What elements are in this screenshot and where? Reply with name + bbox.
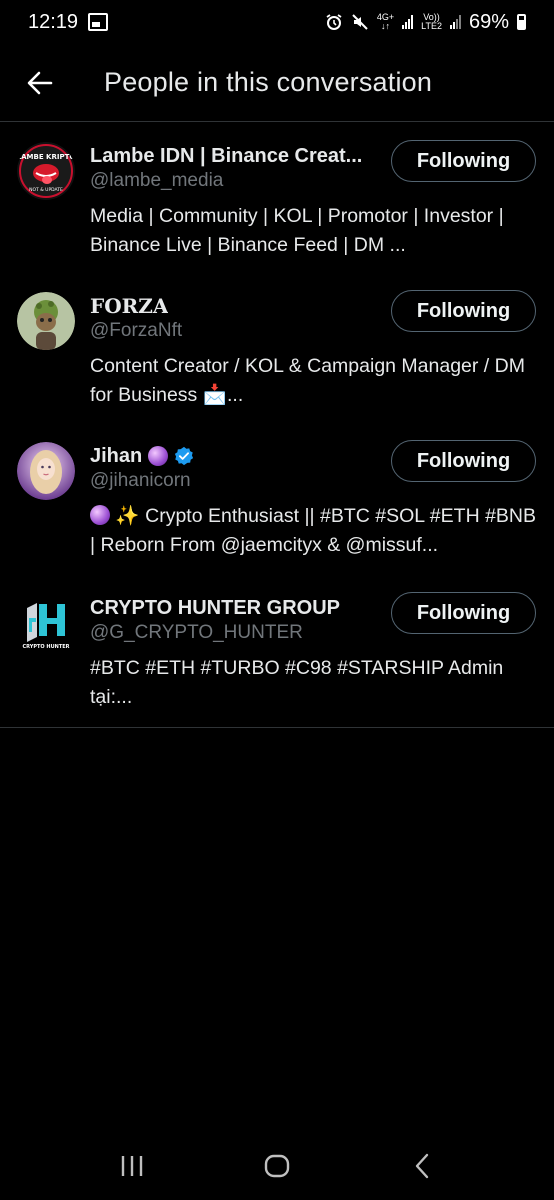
name-line: CRYPTO HUNTER GROUP bbox=[90, 594, 380, 622]
name-line: Lambe IDN | Binance Creat... bbox=[90, 142, 380, 170]
data-arrows-icon: ↓↑ bbox=[380, 21, 390, 31]
avatar[interactable] bbox=[17, 442, 75, 500]
home-icon bbox=[264, 1154, 290, 1178]
following-button[interactable]: Following bbox=[391, 140, 536, 182]
user-bio-wrap: ✨ Crypto Enthusiast || #BTC #SOL #ETH #B… bbox=[90, 502, 536, 560]
avatar[interactable]: LAMBE KRIPTO NOT & UPDATE bbox=[17, 142, 75, 200]
gallery-icon bbox=[88, 13, 109, 31]
header: People in this conversation bbox=[0, 44, 554, 122]
name-line: Jihan bbox=[90, 442, 380, 470]
avatar[interactable] bbox=[17, 292, 75, 350]
avatar-lambe-bottom: NOT & UPDATE bbox=[29, 187, 63, 193]
back-button[interactable] bbox=[0, 44, 80, 122]
display-name: CRYPTO HUNTER GROUP bbox=[90, 596, 341, 619]
network-lte: Vo)) LTE2 bbox=[421, 13, 442, 31]
status-right: 4G+ ↓↑ Vo)) LTE2 69% bbox=[325, 11, 526, 34]
arrow-left-icon bbox=[27, 71, 53, 94]
user-bio: ✨ Crypto Enthusiast || #BTC #SOL #ETH #B… bbox=[90, 505, 536, 556]
crystal-ball-icon bbox=[90, 505, 110, 525]
display-name: Lambe IDN | Binance Creat... bbox=[90, 144, 363, 167]
user-bio: Media | Community | KOL | Promotor | Inv… bbox=[90, 205, 504, 256]
chevron-left-icon bbox=[415, 1153, 428, 1179]
battery-percent: 69% bbox=[468, 10, 509, 33]
display-name: Jihan bbox=[90, 444, 143, 467]
name-line: FORZA bbox=[90, 292, 380, 320]
alarm-icon bbox=[326, 14, 342, 30]
signal-icon bbox=[402, 15, 414, 29]
verified-badge-icon bbox=[175, 446, 194, 466]
home-button[interactable] bbox=[247, 1141, 307, 1191]
person-row[interactable]: CRYPTO HUNTER CRYPTO HUNTER GROUP @G_CRY… bbox=[0, 574, 554, 726]
status-left: 12:19 bbox=[28, 10, 109, 34]
lte-label: LTE2 bbox=[421, 21, 442, 31]
following-button[interactable]: Following bbox=[391, 440, 536, 482]
avatar-hunter-text: CRYPTO HUNTER bbox=[22, 644, 69, 650]
user-bio: #BTC #ETH #TURBO #C98 #STARSHIP Admin tạ… bbox=[90, 657, 504, 708]
avatar-lambe-top: LAMBE KRIPTO bbox=[17, 153, 75, 161]
list-divider bbox=[0, 727, 554, 728]
person-row[interactable]: Jihan @jihanicorn ✨ Crypto Enthusiast ||… bbox=[0, 422, 554, 574]
signal-icon-2 bbox=[449, 15, 461, 29]
recent-apps-button[interactable] bbox=[102, 1141, 162, 1191]
display-name: FORZA bbox=[90, 294, 169, 318]
person-row[interactable]: LAMBE KRIPTO NOT & UPDATE Lambe IDN | Bi… bbox=[0, 122, 554, 272]
user-bio: Content Creator / KOL & Campaign Manager… bbox=[90, 355, 525, 406]
status-bar: 12:19 4G+ ↓↑ Vo)) LTE2 69% bbox=[0, 0, 554, 44]
crystal-ball-icon bbox=[148, 446, 169, 466]
back-nav-button[interactable] bbox=[392, 1141, 452, 1191]
recent-apps-icon bbox=[122, 1156, 143, 1176]
battery-icon bbox=[517, 14, 526, 30]
system-nav-bar bbox=[0, 1132, 554, 1200]
avatar[interactable]: CRYPTO HUNTER bbox=[17, 594, 75, 652]
network-4g: 4G+ ↓↑ bbox=[377, 13, 394, 31]
mute-icon bbox=[352, 14, 368, 30]
following-button[interactable]: Following bbox=[391, 592, 536, 634]
following-button[interactable]: Following bbox=[391, 290, 536, 332]
person-row[interactable]: FORZA @ForzaNft Content Creator / KOL & … bbox=[0, 272, 554, 422]
people-list: LAMBE KRIPTO NOT & UPDATE Lambe IDN | Bi… bbox=[0, 122, 554, 726]
page-title: People in this conversation bbox=[104, 67, 433, 97]
status-time: 12:19 bbox=[28, 10, 79, 33]
